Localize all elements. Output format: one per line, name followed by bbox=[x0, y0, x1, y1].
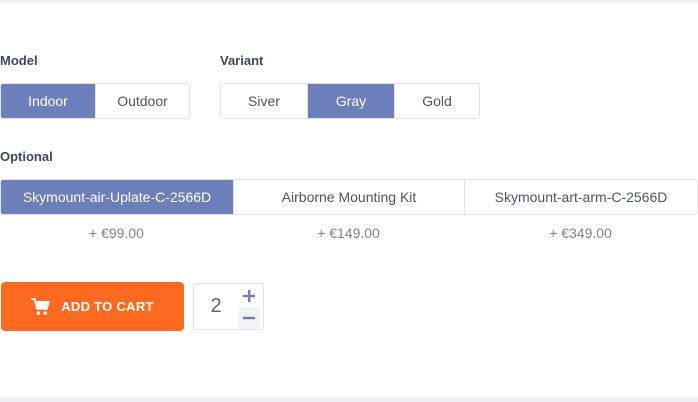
optional-selector: Skymount-air-Uplate-C-2566D Airborne Mou… bbox=[0, 179, 698, 215]
increment-button[interactable] bbox=[238, 285, 260, 307]
optional-price-uplate: + €99.00 bbox=[89, 225, 144, 241]
variant-option-gray[interactable]: Gray bbox=[308, 84, 395, 118]
bottom-divider bbox=[0, 397, 698, 402]
optional-label: Optional bbox=[0, 149, 53, 164]
variant-selector: Siver Gray Gold bbox=[220, 83, 480, 119]
decrement-button[interactable] bbox=[238, 307, 260, 329]
quantity-value[interactable]: 2 bbox=[194, 284, 238, 329]
plus-icon bbox=[243, 290, 255, 302]
optional-price-art-arm: + €349.00 bbox=[549, 225, 612, 241]
shopping-cart-icon bbox=[31, 297, 51, 316]
variant-label: Variant bbox=[220, 53, 264, 68]
model-selector: Indoor Outdoor bbox=[0, 83, 190, 119]
optional-price-mounting-kit: + €149.00 bbox=[317, 225, 380, 241]
model-option-indoor[interactable]: Indoor bbox=[1, 84, 96, 118]
minus-icon bbox=[243, 316, 255, 320]
add-to-cart-label: ADD TO CART bbox=[61, 299, 154, 314]
optional-option-mounting-kit[interactable]: Airborne Mounting Kit bbox=[234, 180, 465, 214]
add-to-cart-button[interactable]: ADD TO CART bbox=[1, 282, 184, 331]
quantity-stepper: 2 bbox=[193, 283, 264, 330]
model-option-outdoor[interactable]: Outdoor bbox=[96, 84, 189, 118]
variant-option-gold[interactable]: Gold bbox=[395, 84, 479, 118]
top-divider bbox=[0, 0, 698, 3]
optional-option-art-arm[interactable]: Skymount-art-arm-C-2566D bbox=[465, 180, 697, 214]
variant-option-siver[interactable]: Siver bbox=[221, 84, 308, 118]
model-label: Model bbox=[0, 53, 38, 68]
optional-option-uplate[interactable]: Skymount-air-Uplate-C-2566D bbox=[1, 180, 234, 214]
